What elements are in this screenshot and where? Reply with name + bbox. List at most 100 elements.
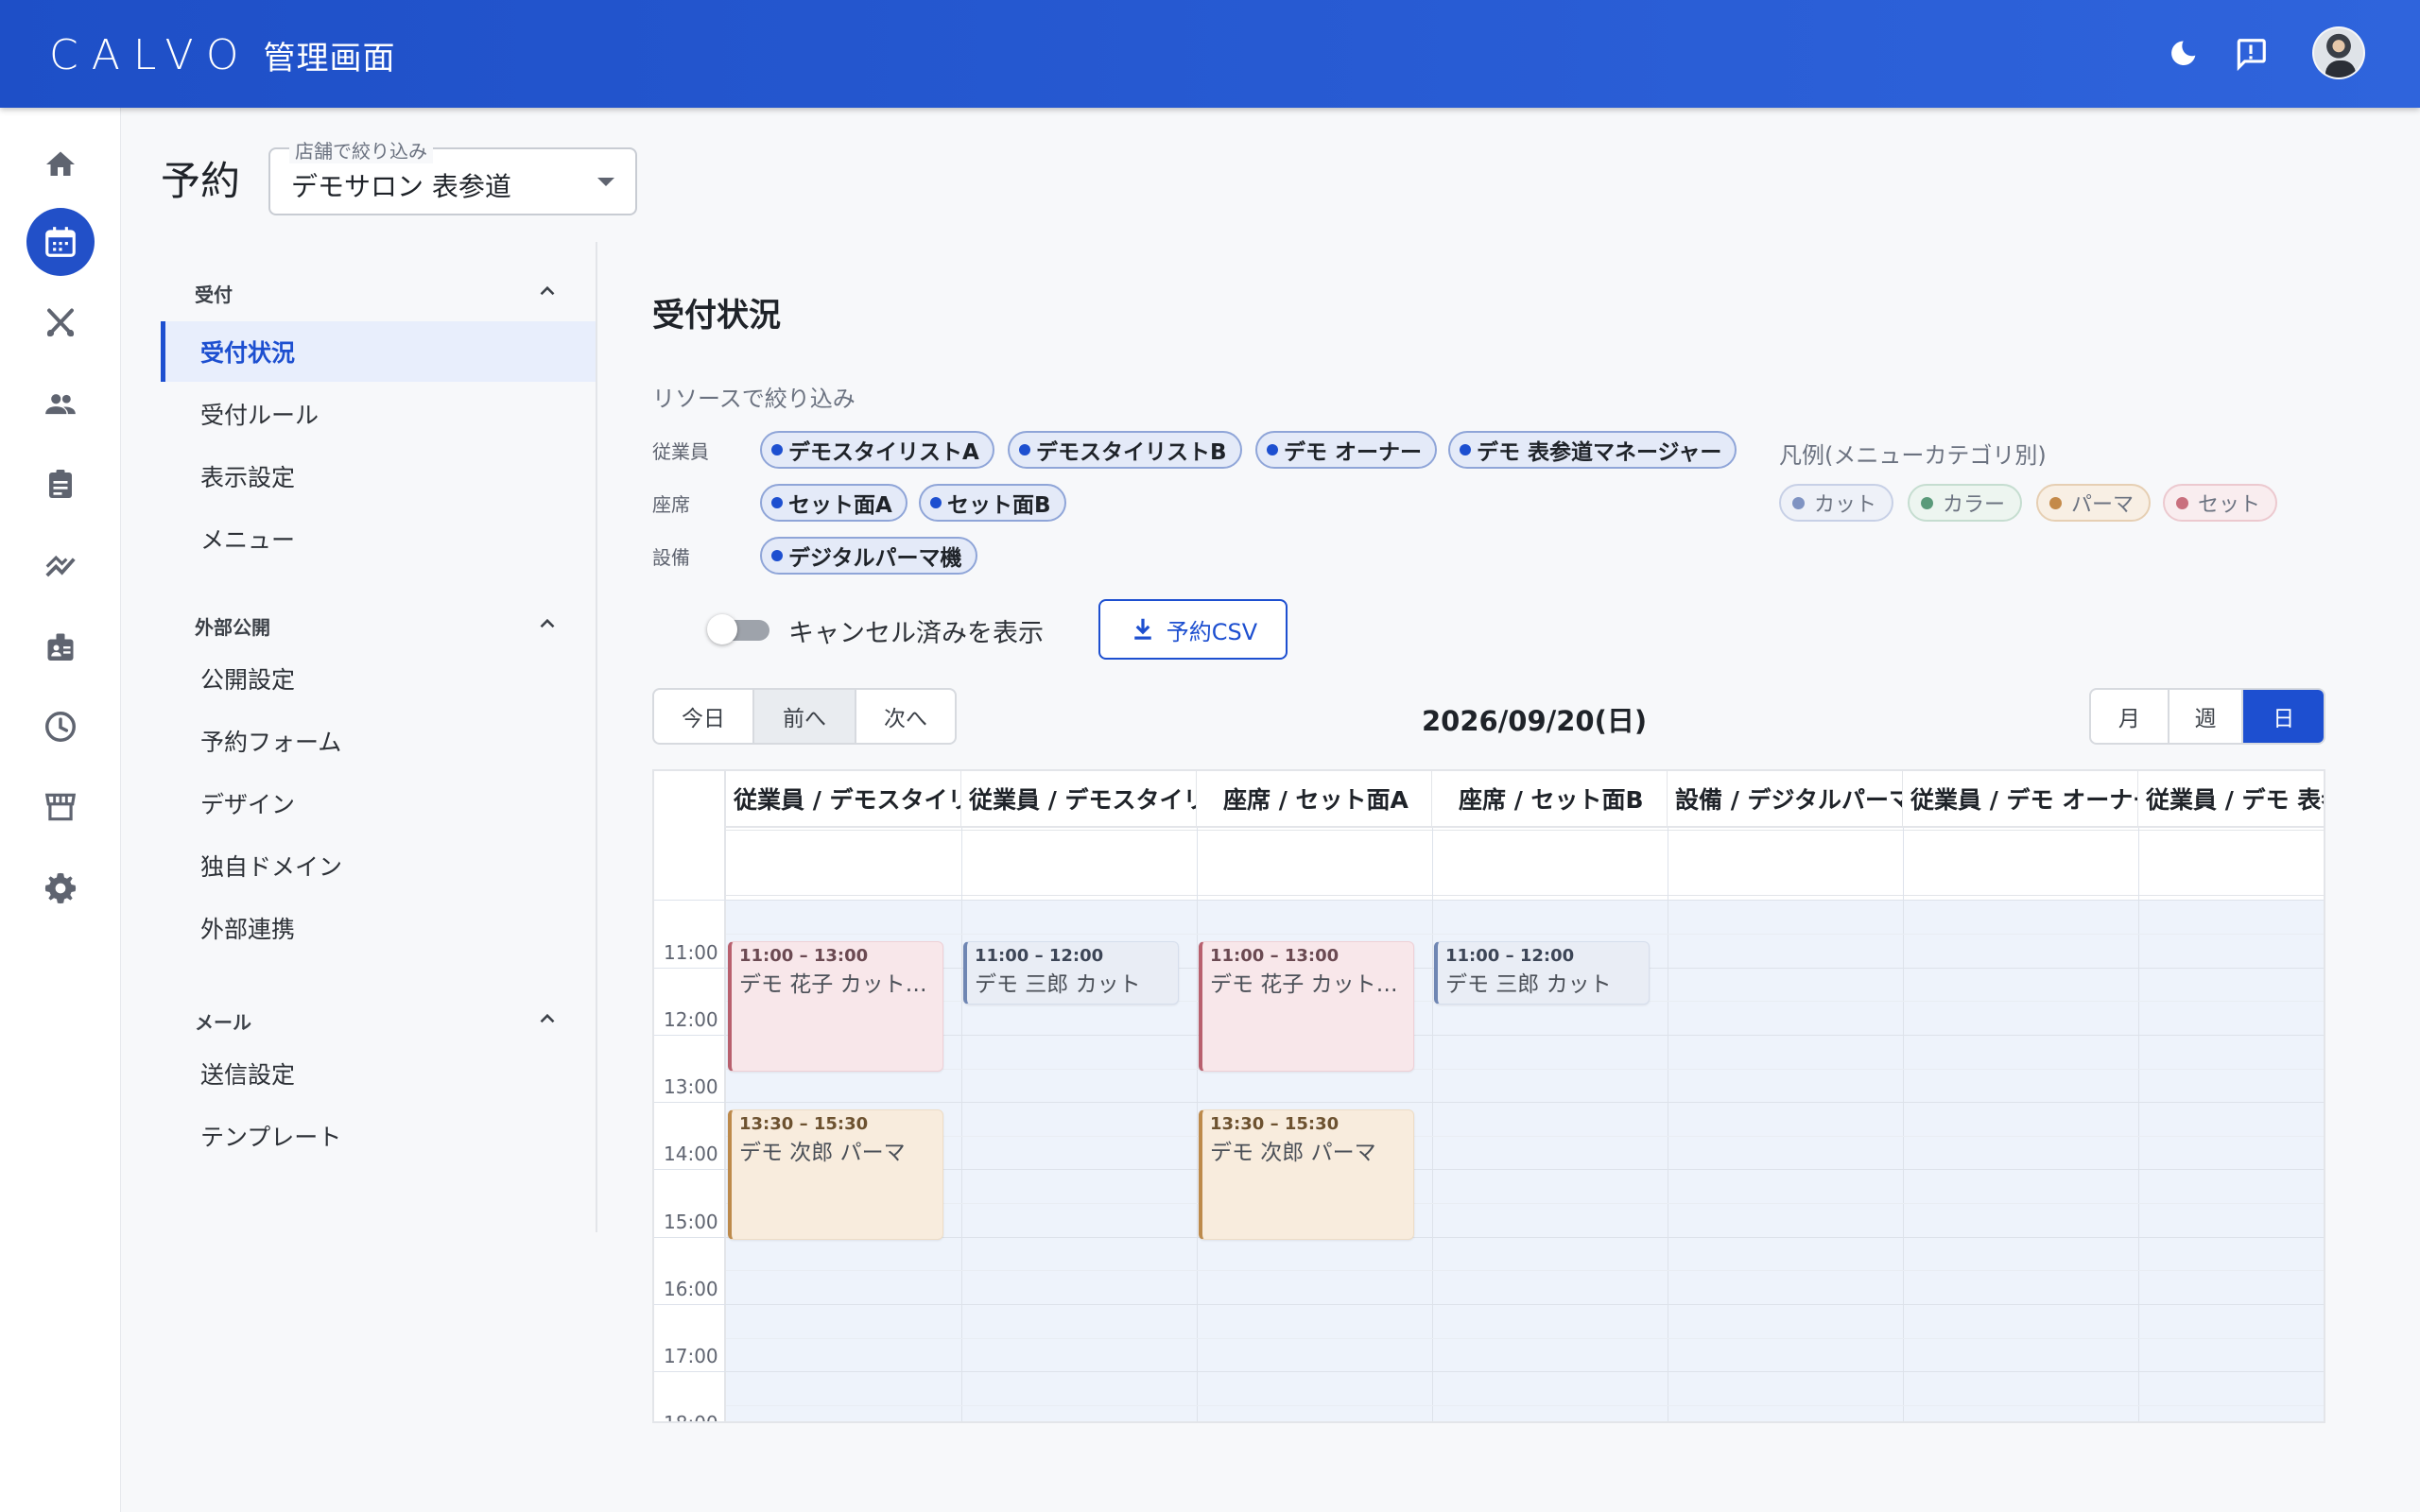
chip-label: デモ 表参道マネージャー (1477, 440, 1722, 465)
rail-customers[interactable] (26, 369, 95, 438)
store-filter-label: 店舗で絞り込み (289, 136, 433, 163)
dropdown-caret-icon (597, 178, 614, 186)
settings-icon (44, 872, 77, 904)
section-title-reception: 受付 (195, 284, 233, 306)
rail-reservations[interactable] (26, 208, 95, 276)
legend-label: セット (2198, 493, 2261, 517)
event-title: デモ 花子 カット+セット (739, 972, 935, 997)
clipboard-icon (49, 470, 72, 498)
sidebar-item-custom-domain[interactable]: 独自ドメイン (161, 835, 596, 896)
all-day-row[interactable] (726, 830, 2324, 896)
prev-button[interactable]: 前へ (754, 690, 856, 743)
brand-logo: CALVO (49, 30, 252, 79)
legend-dot (1921, 496, 1933, 509)
next-button[interactable]: 次へ (856, 690, 955, 743)
resource-chip[interactable]: セット面A (760, 484, 908, 522)
store-filter-value: デモサロン 表参道 (291, 171, 511, 202)
calendar-nav-group: 今日 前へ 次へ (652, 688, 957, 745)
chevron-up-icon[interactable] (535, 611, 560, 636)
chevron-up-icon[interactable] (535, 279, 560, 303)
sidebar-item-menu[interactable]: メニュー (161, 508, 596, 569)
column-header: 従業員 / デモスタイリストA (726, 771, 961, 828)
resource-chip[interactable]: デモ 表参道マネージャー (1448, 431, 1737, 469)
column-divider (961, 828, 962, 1421)
half-hour-line (726, 934, 2324, 935)
rail-menu[interactable] (26, 289, 95, 357)
show-cancelled-toggle[interactable] (707, 614, 771, 644)
reservation-event[interactable]: 13:30 – 15:30 デモ 次郎 パーマ (728, 1109, 943, 1240)
view-week-button[interactable]: 週 (2169, 690, 2244, 743)
filter-row-label-seat: 座席 (652, 493, 690, 516)
view-day-button[interactable]: 日 (2243, 690, 2324, 743)
resource-chip[interactable]: デモ オーナー (1255, 431, 1438, 469)
time-label: 16:00 (664, 1278, 722, 1300)
time-label: 11:00 (664, 941, 722, 964)
calendar-date: 2026/09/20(日) (1422, 705, 1648, 737)
event-title: デモ 次郎 パーマ (1210, 1141, 1376, 1165)
rail-history[interactable] (26, 693, 95, 761)
sidebar-item-send-settings[interactable]: 送信設定 (161, 1043, 596, 1104)
sidebar-item-reception-rules[interactable]: 受付ルール (161, 384, 596, 444)
resource-chip[interactable]: デジタルパーマ機 (760, 537, 977, 575)
rail-stores[interactable] (26, 773, 95, 841)
rail-settings[interactable] (26, 854, 95, 922)
feedback-icon[interactable] (2225, 28, 2276, 79)
reservation-event[interactable]: 11:00 – 13:00 デモ 花子 カット+セット (1199, 941, 1414, 1072)
scissors-icon (46, 308, 75, 337)
event-title: デモ 三郎 カット (975, 972, 1141, 997)
legend-item-set: セット (2163, 484, 2278, 522)
sidebar-item-reception-status[interactable]: 受付状況 (161, 321, 596, 382)
dark-mode-icon[interactable] (2157, 28, 2208, 79)
resource-chip[interactable]: デモスタイリストB (1008, 431, 1242, 469)
legend-label: パーマ (2071, 493, 2135, 517)
event-time: 11:00 – 13:00 (739, 946, 869, 966)
column-header: 座席 / セット面A (1197, 771, 1432, 828)
brand[interactable]: CALVO 管理画面 (49, 26, 395, 83)
brand-subtitle: 管理画面 (263, 39, 396, 77)
legend-item-color: カラー (1908, 484, 2023, 522)
resource-chip[interactable]: セット面B (919, 484, 1066, 522)
event-title: デモ 次郎 パーマ (739, 1141, 906, 1165)
reservation-event[interactable]: 11:00 – 13:00 デモ 花子 カット+セット (728, 941, 943, 1072)
event-time: 13:30 – 15:30 (1210, 1114, 1340, 1134)
rail-analytics[interactable] (26, 531, 95, 599)
column-header: 従業員 / デモ 表参道マネージャー (2138, 771, 2324, 828)
reservation-event[interactable]: 11:00 – 12:00 デモ 三郎 カット (1434, 941, 1650, 1005)
chip-label: デモスタイリストA (788, 440, 979, 465)
store-filter-select[interactable]: 店舗で絞り込み デモサロン 表参道 (268, 136, 637, 215)
legend-label: カラー (1943, 493, 2006, 517)
sidebar-item-display-settings[interactable]: 表示設定 (161, 446, 596, 507)
column-header: 設備 / デジタルパーマ機 (1668, 771, 1903, 828)
sidebar-item-publish-settings[interactable]: 公開設定 (161, 648, 596, 709)
sidebar-item-integrations[interactable]: 外部連携 (161, 898, 596, 958)
resource-chip[interactable]: デモスタイリストA (760, 431, 994, 469)
reservation-event[interactable]: 13:30 – 15:30 デモ 次郎 パーマ (1199, 1109, 1414, 1240)
view-month-button[interactable]: 月 (2091, 690, 2169, 743)
chevron-up-icon[interactable] (535, 1006, 560, 1031)
rail-home[interactable] (26, 130, 95, 198)
reservation-csv-button[interactable]: 予約CSV (1098, 599, 1288, 660)
download-icon (1134, 618, 1151, 640)
toggle-knob (707, 614, 737, 644)
legend-dot (2176, 496, 2188, 509)
hour-line (654, 1304, 2324, 1305)
sidebar-item-design[interactable]: デザイン (161, 773, 596, 833)
legend-item-cut: カット (1779, 484, 1894, 522)
rail-records[interactable] (26, 450, 95, 518)
today-button[interactable]: 今日 (654, 690, 754, 743)
sidebar-item-templates[interactable]: テンプレート (161, 1106, 596, 1166)
time-label: 18:00 (664, 1412, 722, 1421)
chip-dot (1460, 444, 1471, 455)
event-time: 11:00 – 12:00 (975, 946, 1104, 966)
section-title-mail: メール (195, 1011, 251, 1034)
reservation-event[interactable]: 11:00 – 12:00 デモ 三郎 カット (963, 941, 1179, 1005)
settings-sidebar: 受付 受付状況 受付ルール 表示設定 メニュー 外部公開 公開設定 予約フォーム… (161, 242, 597, 1232)
rail-staff[interactable] (26, 612, 95, 680)
column-divider (2138, 828, 2139, 1421)
column-divider (1903, 828, 1904, 1421)
avatar[interactable] (2312, 26, 2365, 79)
column-header: 従業員 / デモスタイリストB (961, 771, 1197, 828)
sidebar-item-booking-form[interactable]: 予約フォーム (161, 711, 596, 771)
filter-row-label-staff: 従業員 (652, 440, 709, 463)
calendar-grid: 従業員 / デモスタイリストA 従業員 / デモスタイリストB 座席 / セット… (652, 769, 2325, 1423)
